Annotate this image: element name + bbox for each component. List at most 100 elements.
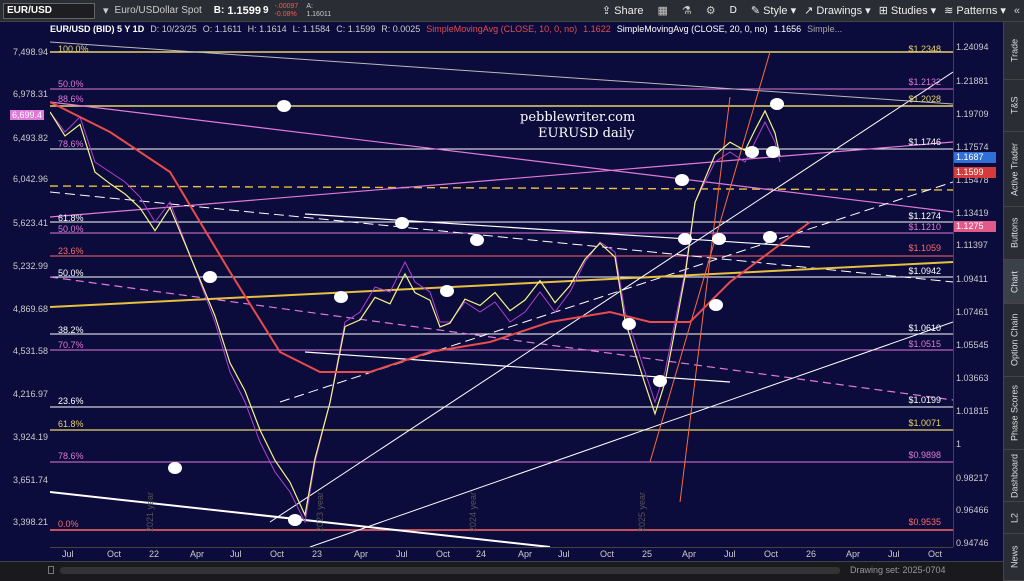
chart-title: EUR/USD (BID) 5 Y 1D [50, 24, 145, 34]
sidebar-tab-dashboard[interactable]: Dashboard [1004, 450, 1024, 502]
pen-icon: ✎ [750, 5, 761, 17]
dashed-support-line [50, 185, 953, 191]
studies-icon: ⊞ [878, 5, 888, 17]
left-axis-tick: 3,924.19 [12, 432, 48, 442]
symbol-input[interactable]: EUR/USD [3, 2, 95, 19]
fib-level-right: $1.1059 [908, 243, 941, 253]
right-axis-tick: 1.11397 [956, 240, 988, 250]
x-axis-tick: Apr [190, 549, 205, 559]
patterns-button[interactable]: ≋ Patterns ▾ [944, 4, 1006, 18]
drawing-set[interactable]: Drawing set: 2025-0704 [850, 565, 946, 575]
x-axis-tick: Jul [724, 549, 736, 559]
fib-level-right: $1.2028 [908, 94, 941, 104]
left-axis-tick: 4,869.68 [12, 304, 48, 314]
fib-level-right: $1.1210 [908, 222, 941, 232]
fib-level-left: 0.0% [58, 519, 79, 529]
dropdown-icon[interactable]: ▾ [103, 4, 109, 17]
watermark-title: EURUSD daily [538, 126, 635, 141]
fib-level-right: $1.0199 [908, 395, 941, 405]
x-axis-tick: Apr [354, 549, 369, 559]
x-axis-tick: Apr [846, 549, 861, 559]
info-low: L: 1.1584 [292, 24, 331, 34]
highlight-ellipse [712, 233, 726, 245]
bid-price: 1.1599 [227, 4, 262, 17]
price-tag: 1.1687 [954, 152, 996, 163]
highlight-ellipse [745, 146, 759, 158]
highlight-ellipse [678, 233, 692, 245]
fib-level-right: $1.1746 [908, 137, 941, 147]
price-tag: 1.1275 [954, 221, 996, 232]
trend-line [679, 96, 731, 503]
sidebar-tab-l2[interactable]: L2 [1004, 502, 1024, 534]
sidebar-tab-active-trader[interactable]: Active Trader [1004, 132, 1024, 207]
time-scrollbar[interactable] [60, 567, 840, 574]
left-axis-tick: 4,531.58 [12, 346, 48, 356]
right-sidebar: Trade T&S Active Trader Buttons Chart Option … [1003, 22, 1024, 581]
flask-icon[interactable]: ⚗ [682, 4, 692, 17]
right-axis-tick: 1.07461 [956, 307, 989, 317]
change-percent: -0.08% [274, 10, 297, 18]
x-axis-tick: Jul [558, 549, 570, 559]
highlight-ellipse [288, 514, 302, 526]
fib-level-left: 50.0% [58, 268, 84, 278]
fib-level-right: $0.9898 [908, 450, 941, 460]
collapse-icon[interactable]: « [1014, 5, 1020, 17]
x-axis-tick: Oct [764, 549, 779, 559]
x-axis-tick: Oct [436, 549, 451, 559]
period-selector[interactable]: D [730, 5, 737, 16]
sidebar-tab-buttons[interactable]: Buttons [1004, 207, 1024, 260]
patterns-label: Patterns [956, 4, 998, 17]
x-axis-tick: Oct [600, 549, 615, 559]
drawings-label: Drawings [816, 4, 863, 17]
highlight-ellipse [334, 291, 348, 303]
time-axis: Jul Oct 22 Apr Jul Oct 23 Apr Jul Oct 24 Apr Jul Oct 2… [50, 547, 953, 561]
highlight-ellipse [395, 217, 409, 229]
right-axis-tick: 0.94746 [956, 538, 989, 548]
sidebar-tab-news[interactable]: News [1004, 534, 1024, 581]
studies-label: Studies [890, 4, 928, 17]
sidebar-tab-t-s[interactable]: T&S [1004, 80, 1024, 132]
chart-canvas [50, 41, 953, 547]
highlight-ellipse [675, 174, 689, 186]
left-price-axis: 7,498.94 6,978.31 6,493.82 6,042.96 5,623.41… [0, 22, 50, 547]
fib-level-left: 78.6% [58, 139, 84, 149]
x-axis-tick: Apr [682, 549, 697, 559]
sidebar-tab-phase-scores[interactable]: Phase Scores [1004, 377, 1024, 450]
highlight-ellipse [168, 462, 182, 474]
left-axis-tick: 6,042.96 [12, 174, 48, 184]
grid-icon[interactable]: ▦ [657, 4, 667, 17]
right-axis-tick: 0.98217 [956, 473, 989, 483]
symbol-description: Euro/USDollar Spot [114, 5, 202, 16]
chart-area[interactable]: pebblewriter.com EURUSD daily 100.0% 50.0… [50, 22, 953, 547]
studies-button[interactable]: ⊞ Studies ▾ [878, 4, 936, 18]
chevron-down-icon: ▾ [790, 5, 797, 17]
chevron-down-icon: ▾ [1000, 5, 1006, 17]
sma20-label[interactable]: SimpleMovingAvg (CLOSE, 20, 0, no) [616, 24, 768, 34]
left-axis-tick: 4,216.97 [12, 389, 48, 399]
gear-icon[interactable]: ⚙ [706, 4, 716, 17]
right-axis-tick: 1.09411 [956, 274, 988, 284]
fib-level-left: 78.6% [58, 451, 84, 461]
fib-level-left: 70.7% [58, 340, 84, 350]
sidebar-tab-trade[interactable]: Trade [1004, 22, 1024, 80]
scroll-left-icon[interactable] [48, 566, 54, 574]
info-range: R: 0.0025 [381, 24, 421, 34]
more-studies[interactable]: Simple... [807, 24, 842, 34]
sidebar-tab-chart[interactable]: Chart [1004, 260, 1024, 304]
change-value: -.00097 [274, 2, 299, 10]
share-button[interactable]: ⇪ Share [602, 4, 644, 18]
highlight-ellipse [766, 146, 780, 158]
x-axis-tick: Oct [107, 549, 122, 559]
left-axis-tick: 5,232.99 [12, 261, 48, 271]
bid-tick: 9 [263, 5, 269, 16]
fib-level-left: 23.6% [58, 396, 84, 406]
highlight-ellipse [622, 318, 636, 330]
style-button[interactable]: ✎ Style ▾ [750, 4, 797, 18]
drawings-button[interactable]: ↗ Drawings ▾ [804, 4, 871, 18]
x-axis-tick: 25 [642, 549, 653, 559]
right-axis-tick: 1.19709 [956, 109, 989, 119]
sma10-label[interactable]: SimpleMovingAvg (CLOSE, 10, 0, no) [426, 24, 577, 34]
info-close: C: 1.1599 [336, 24, 376, 34]
sidebar-tab-option-chain[interactable]: Option Chain [1004, 304, 1024, 377]
share-label: Share [614, 4, 644, 17]
